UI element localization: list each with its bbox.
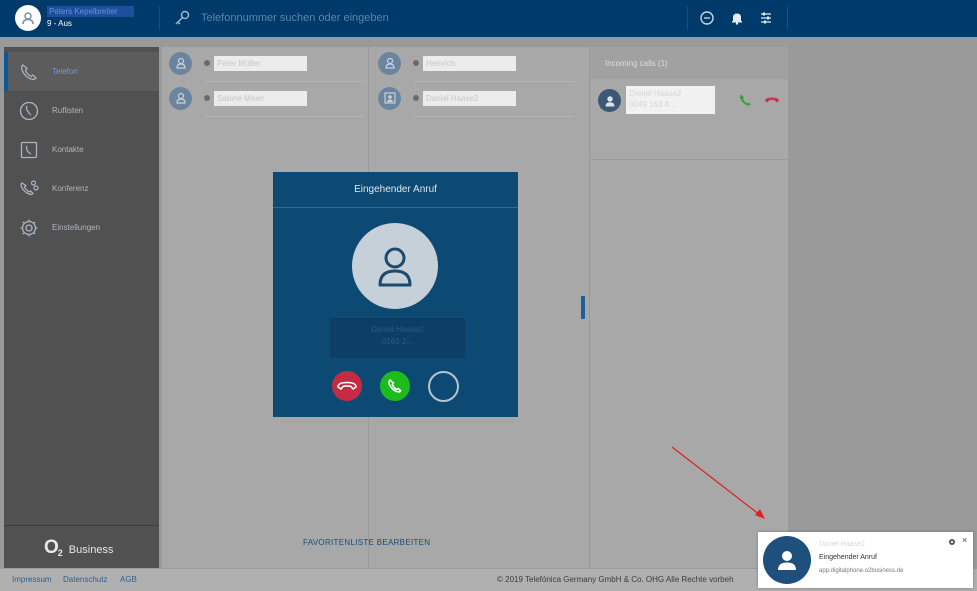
dialog-divider — [273, 207, 518, 208]
contact-avatar — [378, 51, 401, 75]
phone-icon — [21, 63, 37, 80]
sidebar-item-telefon[interactable]: Telefon — [4, 52, 159, 91]
user-icon — [605, 95, 614, 106]
dialog-title: Eingehender Anruf — [354, 184, 437, 195]
sidebar-divider — [4, 525, 159, 526]
o2-business-logo: O 2 Business — [44, 537, 114, 558]
caller-avatar — [598, 89, 621, 112]
contact-avatar — [169, 86, 192, 110]
caller-number: 0163 2... — [381, 337, 414, 346]
bell-icon — [732, 13, 742, 25]
user-status[interactable]: 9 - Aus — [47, 19, 72, 28]
sidebar-item-ruflisten[interactable]: Ruflisten — [4, 91, 159, 130]
incoming-caller-info: Daniel Haase2 0049 163 4... — [626, 86, 715, 114]
notifications-button[interactable] — [728, 9, 746, 27]
incoming-call-item[interactable]: Daniel Haase2 0049 163 4... — [590, 83, 788, 160]
gear-icon[interactable] — [948, 538, 956, 546]
copyright-text: © 2019 Telefónica Germany GmbH & Co. OHG… — [497, 575, 734, 584]
key-icon[interactable] — [172, 8, 192, 28]
user-icon — [378, 247, 412, 287]
row-divider — [205, 116, 365, 117]
contact-card-icon — [383, 92, 396, 104]
favorite-name: Peter Müller — [214, 55, 307, 71]
header-divider — [687, 6, 688, 30]
row-divider — [205, 81, 365, 82]
toast-source: app.digitalphone.o2business.de — [819, 568, 904, 574]
sidebar-item-label: Ruflisten — [52, 106, 84, 115]
sidebar-item-label: Konferenz — [52, 184, 89, 193]
user-icon — [384, 57, 395, 69]
header-divider — [159, 6, 160, 30]
sliders-icon — [761, 12, 771, 24]
sidebar-item-einstellungen[interactable]: Einstellungen — [4, 208, 159, 247]
agb-link[interactable]: AGB — [120, 575, 137, 584]
impressum-link[interactable]: Impressum — [12, 575, 52, 584]
presence-dot — [204, 95, 210, 101]
gear-icon — [20, 219, 38, 236]
conference-icon — [20, 179, 39, 195]
decline-call-icon[interactable] — [763, 92, 781, 108]
do-not-disturb-icon — [700, 11, 714, 25]
user-avatar[interactable] — [15, 5, 41, 31]
caller-info: Daniel Haase2 0163 2... — [330, 318, 465, 358]
decline-button[interactable] — [332, 371, 362, 401]
edit-favorites-link[interactable]: FAVORITENLISTE BEARBEITEN — [303, 538, 430, 547]
user-name[interactable]: Peters Kepelbreiter — [47, 6, 134, 17]
favorite-item[interactable]: Heinrich — [371, 48, 586, 82]
presence-dot — [413, 60, 419, 66]
sidebar: Telefon Ruflisten Kontakte Konferenz Ein… — [4, 47, 159, 568]
dnd-button[interactable] — [698, 9, 716, 27]
row-divider — [414, 116, 574, 117]
sidebar-item-konferenz[interactable]: Konferenz — [4, 169, 159, 208]
favorite-item[interactable]: Daniel Haase2 — [371, 83, 586, 117]
row-divider — [590, 159, 788, 160]
accept-button[interactable] — [380, 371, 410, 401]
contacts-icon — [20, 141, 38, 158]
toast-title: Eingehender Anruf — [819, 554, 877, 561]
user-icon — [778, 551, 796, 570]
column-divider — [589, 47, 590, 568]
user-icon — [22, 12, 34, 25]
phone-icon — [388, 379, 402, 393]
call-list-icon — [19, 101, 39, 120]
settings-button[interactable] — [757, 9, 775, 27]
favorite-item[interactable]: Peter Müller — [162, 48, 367, 82]
sidebar-item-label: Einstellungen — [52, 223, 101, 232]
favorite-item[interactable]: Sabine Maier — [162, 83, 367, 117]
sidebar-item-label: Kontakte — [52, 145, 84, 154]
caller-avatar — [763, 536, 811, 584]
caller-avatar — [352, 223, 438, 309]
panel-resize-handle[interactable] — [581, 296, 585, 319]
more-options-button[interactable] — [428, 371, 459, 402]
row-divider — [414, 81, 574, 82]
hang-up-icon — [337, 381, 357, 390]
incoming-call-dialog: Eingehender Anruf Daniel Haase2 0163 2..… — [273, 172, 518, 417]
user-icon — [175, 57, 186, 69]
contact-avatar — [169, 51, 192, 75]
incoming-caller-name: Daniel Haase2 — [629, 89, 682, 98]
favorite-name: Sabine Maier — [214, 90, 307, 106]
close-icon[interactable]: × — [962, 535, 967, 545]
search-input[interactable] — [201, 9, 671, 27]
presence-dot — [413, 95, 419, 101]
presence-dot — [204, 60, 210, 66]
caller-name: Daniel Haase2 — [371, 325, 424, 334]
favorite-name: Daniel Haase2 — [423, 90, 516, 106]
accept-call-icon[interactable] — [737, 92, 753, 108]
favorite-name: Heinrich — [423, 55, 516, 71]
user-icon — [175, 92, 186, 104]
incoming-calls-title: Incoming calls (1) — [605, 59, 668, 68]
notification-toast[interactable]: Daniel Haase2 Eingehender Anruf app.digi… — [758, 532, 973, 588]
top-bar: Peters Kepelbreiter 9 - Aus — [0, 0, 977, 37]
incoming-calls-header: Incoming calls (1) — [590, 47, 788, 79]
toast-caller-name: Daniel Haase2 — [819, 541, 865, 548]
sidebar-item-kontakte[interactable]: Kontakte — [4, 130, 159, 169]
datenschutz-link[interactable]: Datenschutz — [63, 575, 107, 584]
contact-avatar — [378, 86, 401, 110]
incoming-caller-number: 0049 163 4... — [629, 100, 676, 109]
header-divider — [787, 6, 788, 30]
sidebar-item-label: Telefon — [52, 67, 78, 76]
